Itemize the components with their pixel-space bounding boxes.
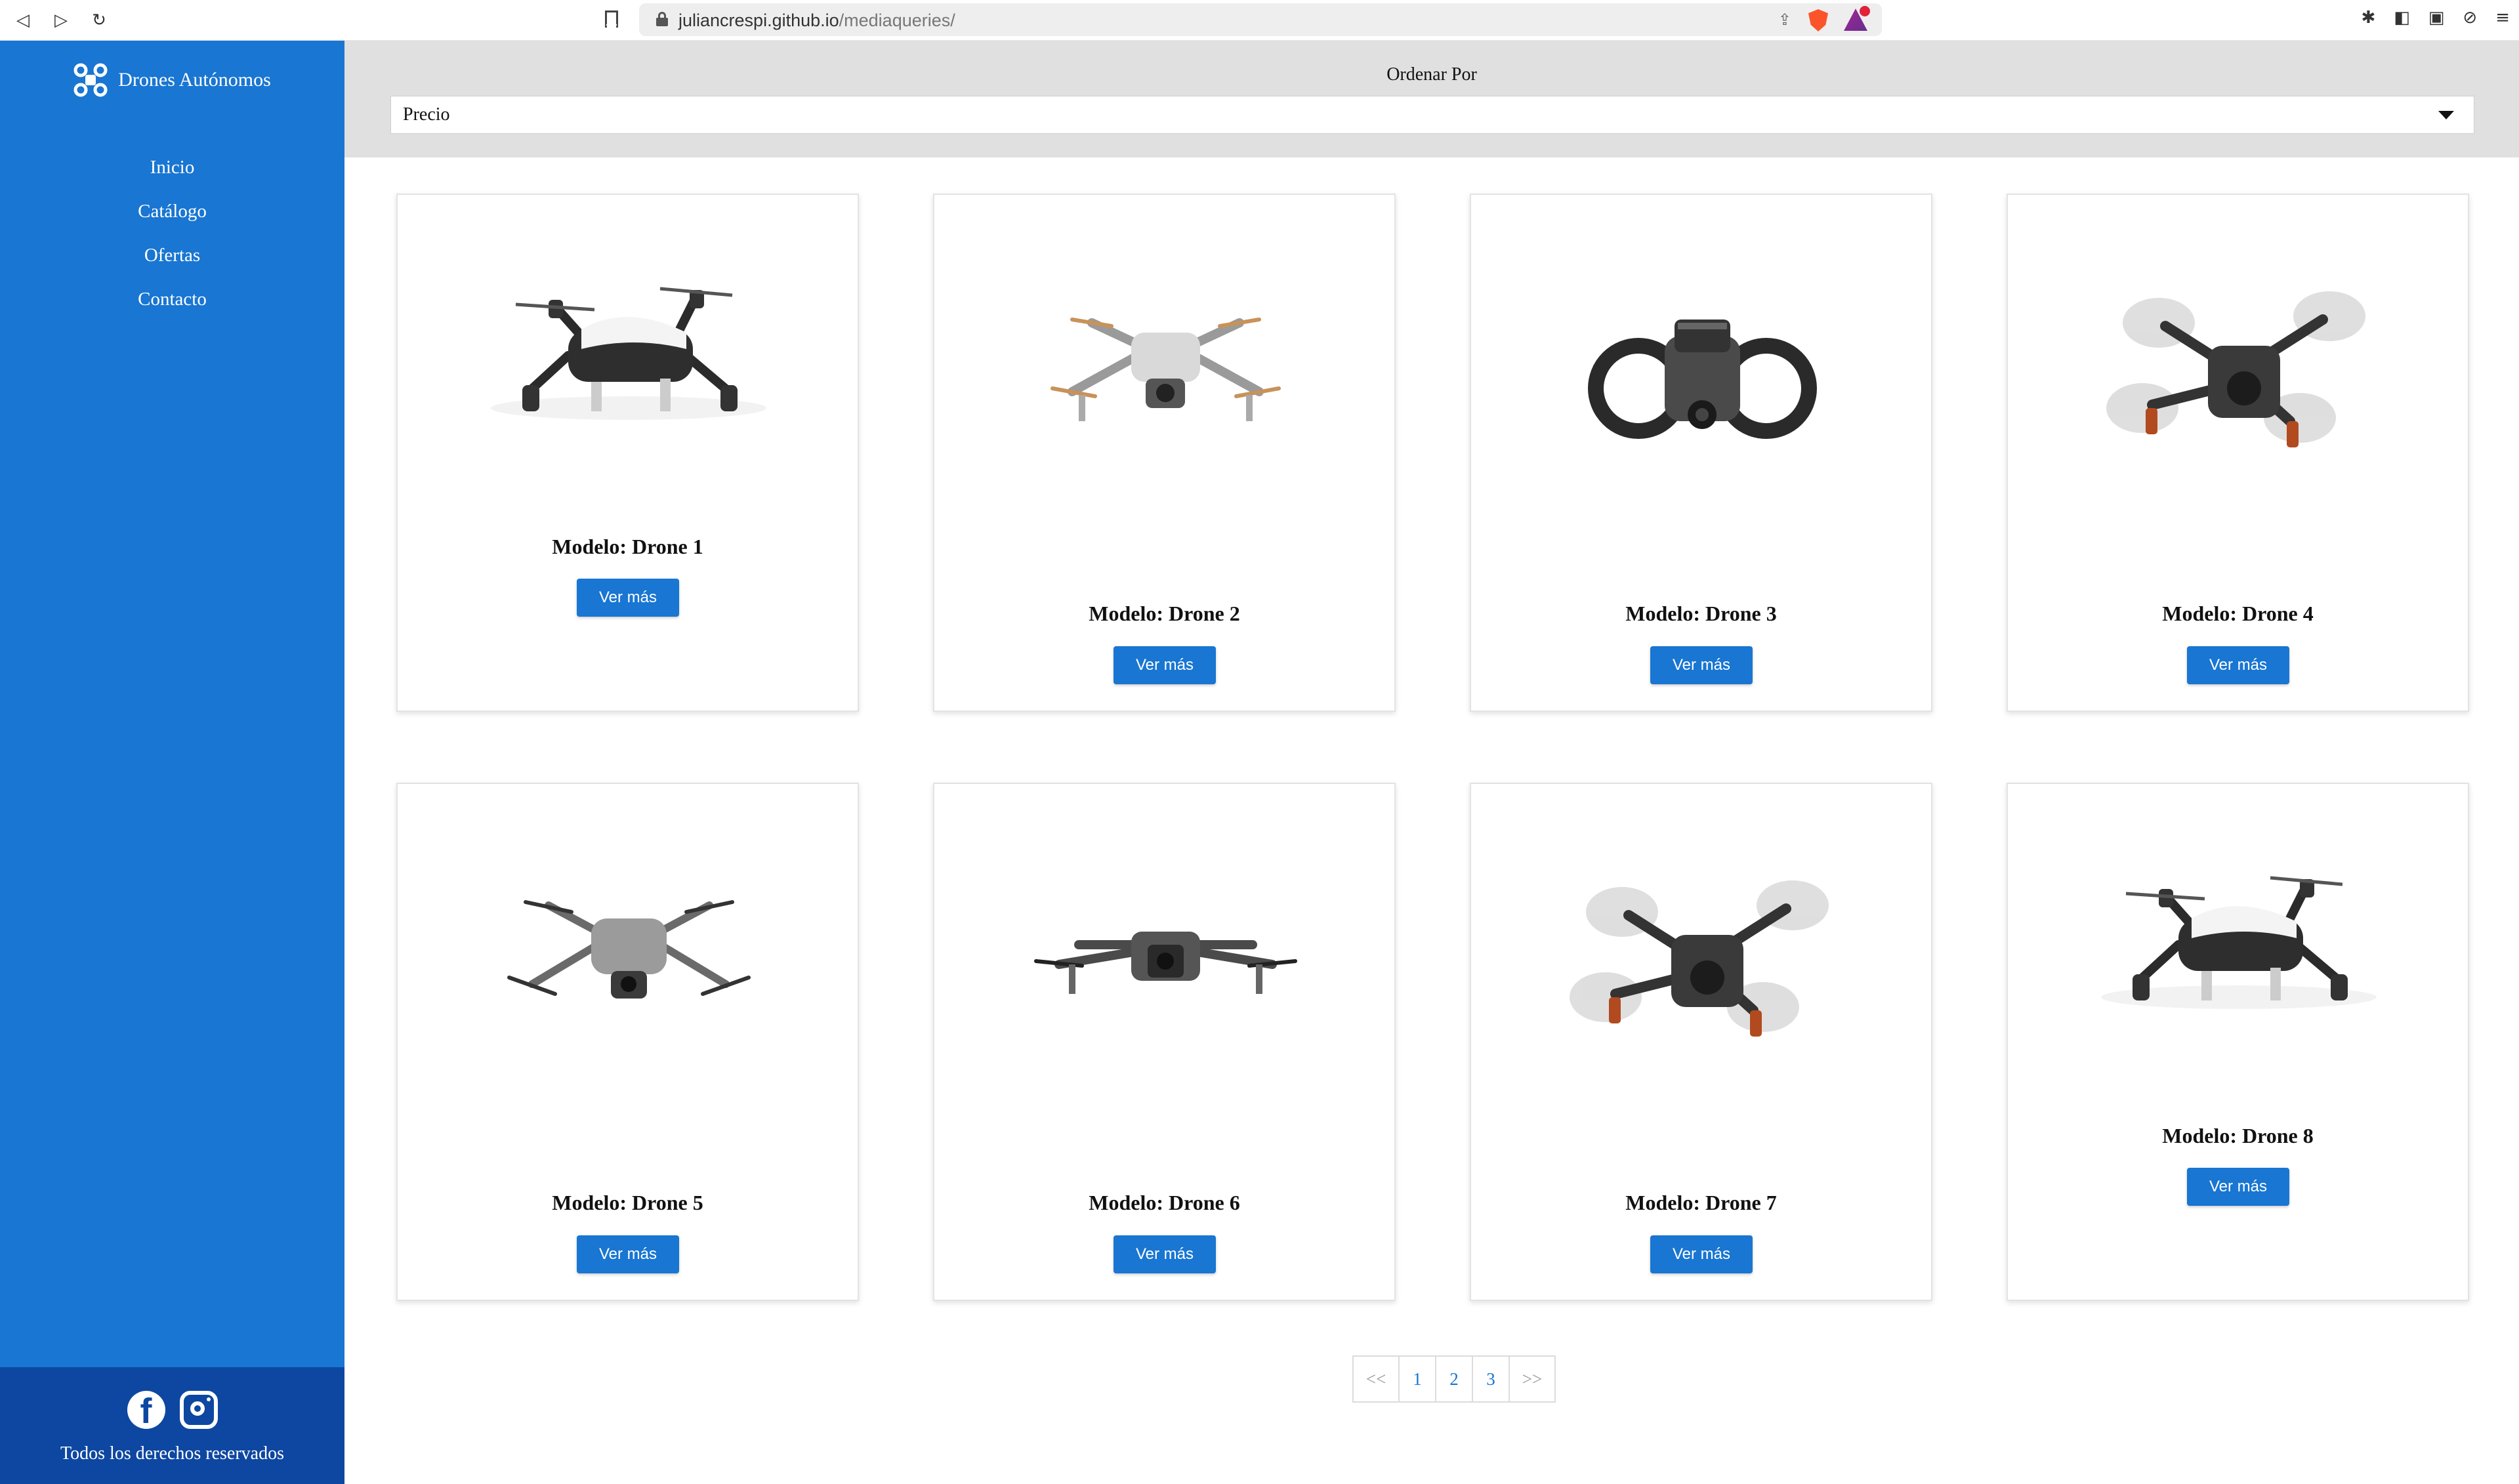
nav-item-catalogo[interactable]: Catálogo (0, 190, 344, 234)
product-title: Modelo: Drone 8 (2162, 1124, 2314, 1147)
share-icon[interactable]: ⇪ (1778, 10, 1791, 29)
product-title: Modelo: Drone 1 (552, 535, 703, 558)
profile-icon[interactable]: ⊘ (2463, 8, 2477, 28)
reload-icon[interactable]: ↻ (85, 7, 113, 34)
ver-mas-button[interactable]: Ver más (1650, 1235, 1753, 1273)
product-card: Modelo: Drone 6 Ver más (933, 783, 1396, 1301)
menu-icon[interactable]: ≡ (2495, 8, 2510, 28)
product-title: Modelo: Drone 7 (1625, 1191, 1777, 1214)
ver-mas-button[interactable]: Ver más (1114, 646, 1216, 684)
notification-badge (1860, 6, 1870, 16)
sidebar: Drones Autónomos Inicio Catálogo Ofertas… (0, 41, 344, 1484)
wallet-icon[interactable]: ▣ (2428, 8, 2445, 28)
product-card: Modelo: Drone 7 Ver más (1470, 783, 1932, 1301)
sidebar-footer: f Todos los derechos reservados (0, 1367, 344, 1484)
product-image (1570, 880, 1829, 1037)
product-title: Modelo: Drone 5 (552, 1191, 703, 1214)
product-image (491, 287, 766, 420)
product-card: Modelo: Drone 3 Ver más (1470, 194, 1932, 712)
extensions-icon[interactable]: ✱ (2361, 8, 2375, 28)
sort-select[interactable]: Precio (390, 96, 2474, 134)
product-title: Modelo: Drone 3 (1625, 602, 1777, 625)
product-image (2101, 876, 2377, 1009)
sort-selected-value: Precio (403, 104, 450, 125)
product-title: Modelo: Drone 2 (1089, 602, 1240, 625)
chevron-down-icon (2438, 111, 2454, 119)
product-title: Modelo: Drone 4 (2162, 602, 2314, 625)
pagination-next[interactable]: >> (1509, 1355, 1556, 1403)
browser-toolbar: ◁ ▷ ↻ juliancrespi.github.io/mediaquerie… (0, 0, 2519, 41)
facebook-icon[interactable]: f (127, 1391, 165, 1429)
product-image (2106, 291, 2365, 447)
pagination: << 1 2 3 >> (1352, 1355, 1556, 1403)
nav-item-ofertas[interactable]: Ofertas (0, 234, 344, 278)
drone-logo-icon (73, 63, 108, 97)
main-nav: Inicio Catálogo Ofertas Contacto (0, 146, 344, 321)
nav-item-inicio[interactable]: Inicio (0, 146, 344, 190)
product-card: Modelo: Drone 2 Ver más (933, 194, 1396, 712)
pagination-page-1[interactable]: 1 (1398, 1355, 1436, 1403)
sort-panel: Ordenar Por Precio (344, 41, 2519, 157)
product-title: Modelo: Drone 6 (1089, 1191, 1240, 1214)
product-image (1034, 932, 1297, 994)
address-bar[interactable]: juliancrespi.github.io/mediaqueries/ ⇪ (639, 3, 1882, 36)
nav-item-contacto[interactable]: Contacto (0, 278, 344, 321)
product-card: Modelo: Drone 4 Ver más (2007, 194, 2469, 712)
pagination-prev[interactable]: << (1352, 1355, 1400, 1403)
brave-shield-icon[interactable] (1808, 9, 1828, 31)
product-card: Modelo: Drone 8 Ver más (2007, 783, 2469, 1301)
copyright-text: Todos los derechos reservados (60, 1443, 284, 1464)
sort-label: Ordenar Por (1386, 64, 1477, 85)
product-image (1051, 318, 1281, 421)
ver-mas-button[interactable]: Ver más (577, 579, 679, 617)
bookmark-icon[interactable] (605, 10, 618, 28)
url-text[interactable]: juliancrespi.github.io/mediaqueries/ (678, 10, 955, 31)
back-icon[interactable]: ◁ (9, 7, 37, 34)
sidebar-toggle-icon[interactable]: ◧ (2394, 8, 2410, 28)
forward-icon[interactable]: ▷ (47, 7, 75, 34)
product-card: Modelo: Drone 5 Ver más (396, 783, 859, 1301)
ver-mas-button[interactable]: Ver más (577, 1235, 679, 1273)
brand[interactable]: Drones Autónomos (0, 63, 344, 97)
product-card: Modelo: Drone 1 Ver más (396, 194, 859, 712)
ver-mas-button[interactable]: Ver más (2187, 1168, 2289, 1206)
pagination-page-2[interactable]: 2 (1435, 1355, 1473, 1403)
pagination-page-3[interactable]: 3 (1472, 1355, 1510, 1403)
brand-name: Drones Autónomos (118, 69, 271, 91)
lock-icon (656, 12, 668, 26)
ver-mas-button[interactable]: Ver más (2187, 646, 2289, 684)
ver-mas-button[interactable]: Ver más (1114, 1235, 1216, 1273)
product-image (507, 900, 751, 999)
instagram-icon[interactable] (179, 1391, 218, 1429)
product-image (1588, 319, 1817, 439)
ver-mas-button[interactable]: Ver más (1650, 646, 1753, 684)
